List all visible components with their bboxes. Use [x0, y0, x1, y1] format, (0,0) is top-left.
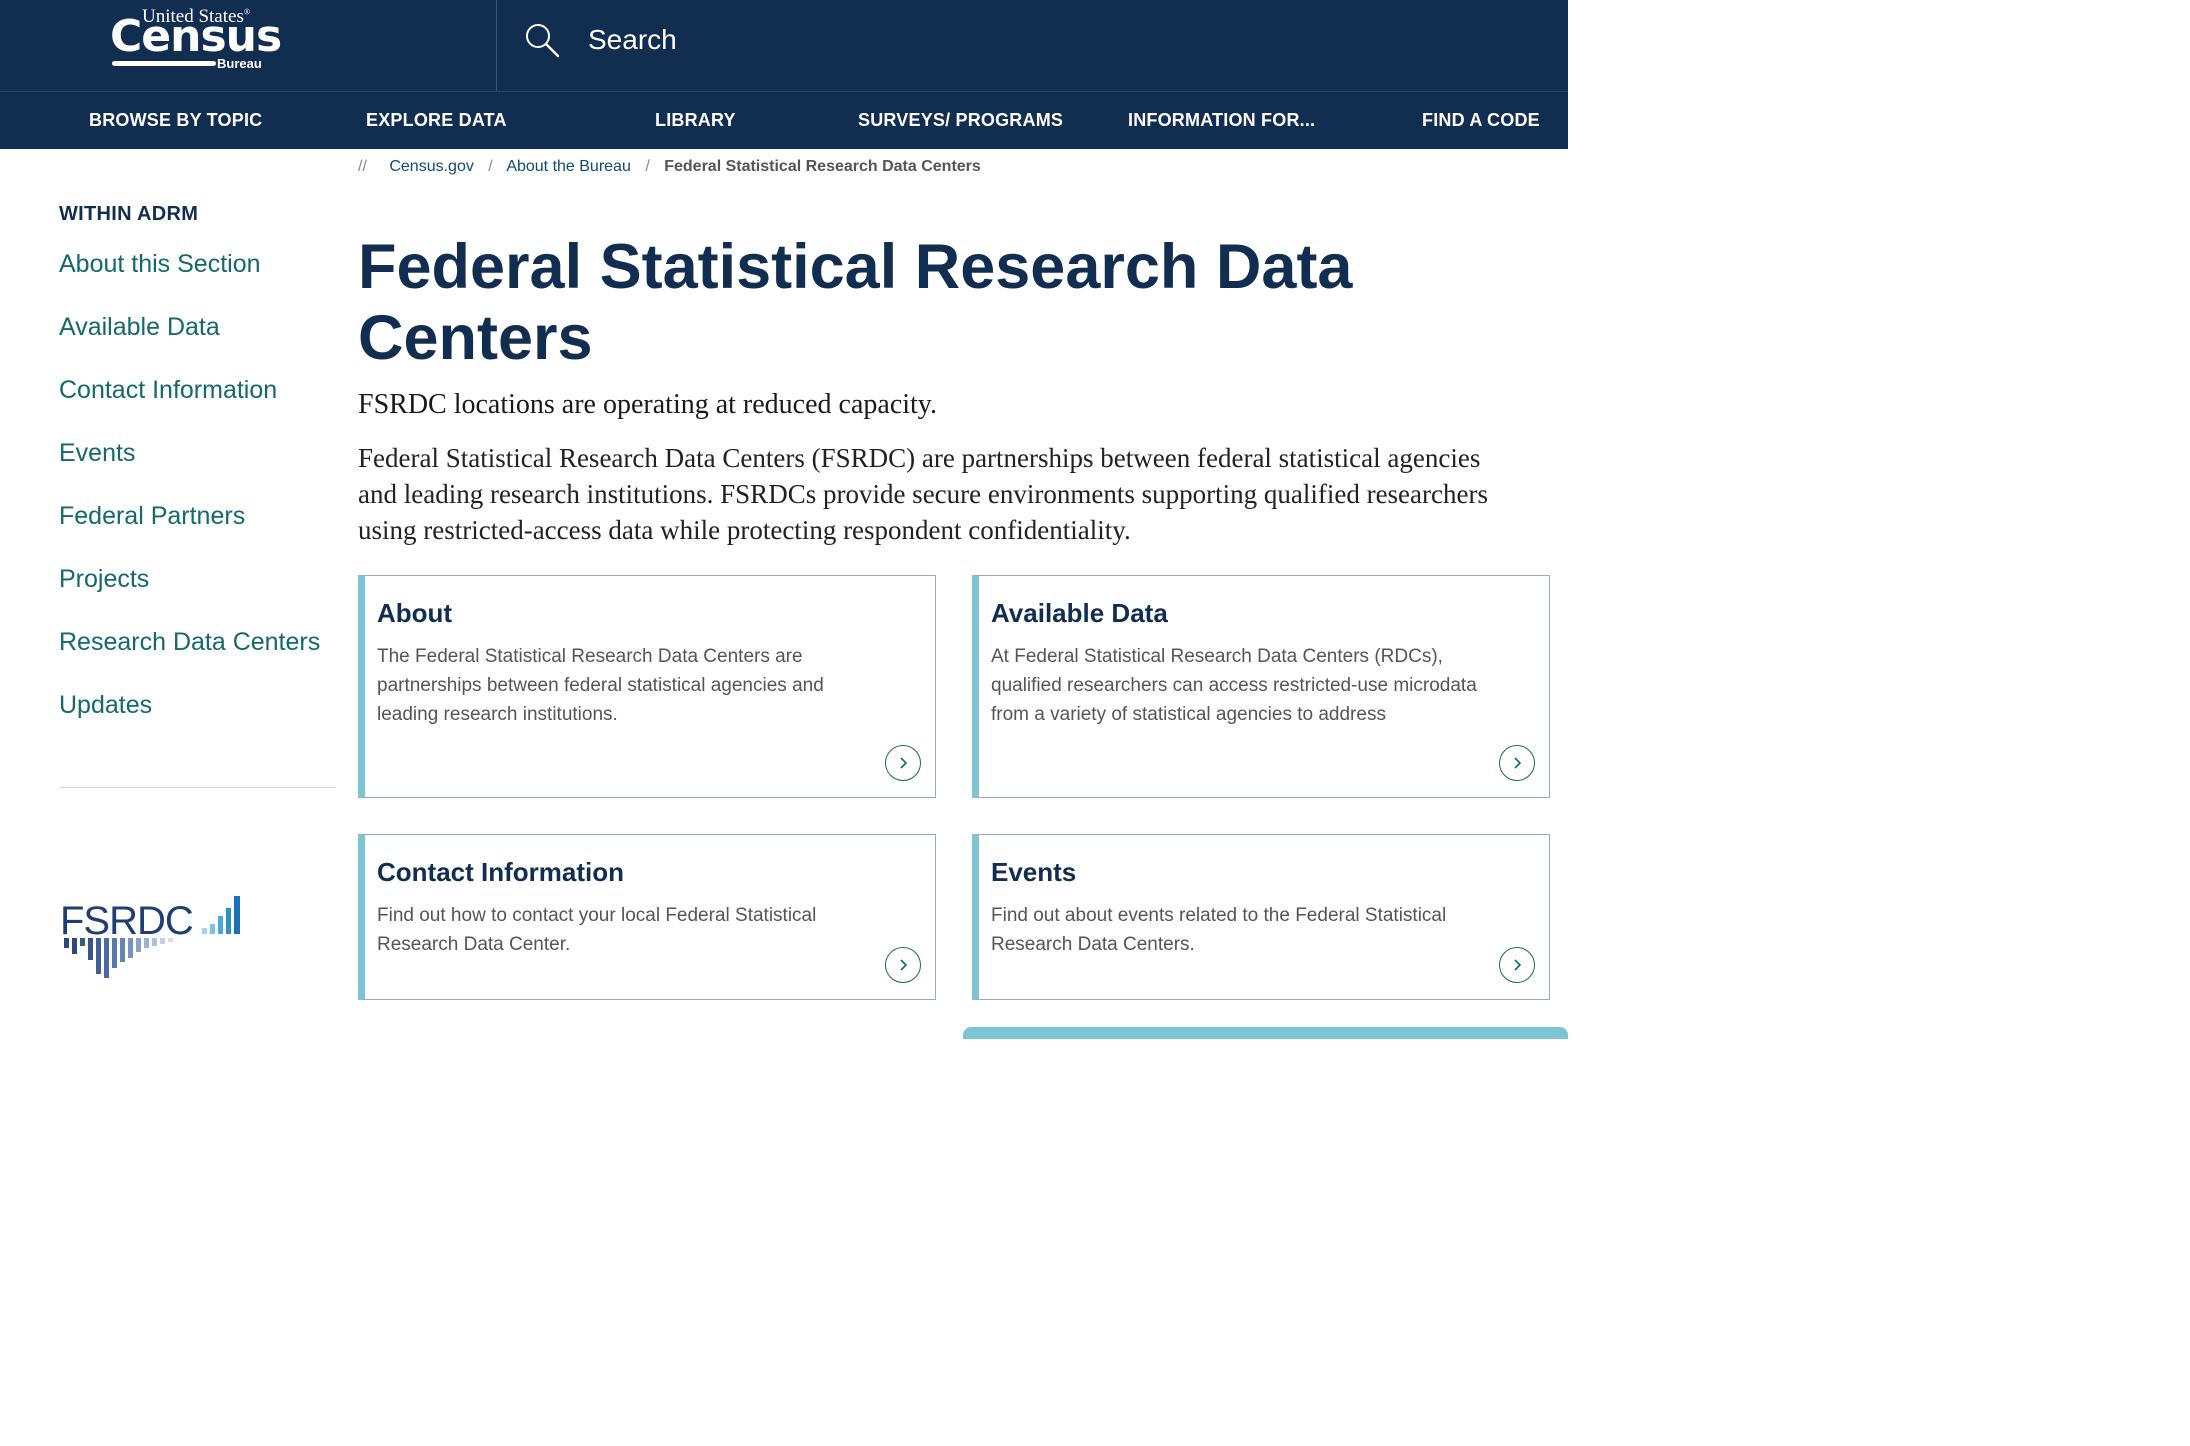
- search-icon[interactable]: [524, 22, 560, 58]
- search-box[interactable]: Search: [524, 20, 677, 60]
- sidebar-item-federal-partners[interactable]: Federal Partners: [59, 502, 245, 531]
- intro-paragraph: Federal Statistical Research Data Center…: [358, 443, 1488, 545]
- nav-information-for[interactable]: INFORMATION FOR...: [1128, 92, 1315, 149]
- chevron-right-icon[interactable]: [1499, 745, 1535, 781]
- nav-explore-data[interactable]: EXPLORE DATA: [366, 92, 507, 149]
- card-text: At Federal Statistical Research Data Cen…: [991, 646, 1477, 725]
- logo-underline: [112, 61, 216, 66]
- chevron-right-icon[interactable]: [885, 745, 921, 781]
- logo-census: Census: [110, 11, 282, 62]
- nav-browse-by-topic[interactable]: BROWSE BY TOPIC: [89, 92, 262, 149]
- breadcrumb-separator: /: [645, 158, 650, 175]
- nav-surveys-programs[interactable]: SURVEYS/ PROGRAMS: [858, 92, 1063, 149]
- card-text: Find out how to contact your local Feder…: [377, 905, 817, 955]
- search-input[interactable]: Search: [588, 24, 677, 56]
- breadcrumb-about-the-bureau[interactable]: About the Bureau: [506, 158, 631, 175]
- sidebar-item-research-data-centers[interactable]: Research Data Centers: [59, 628, 320, 657]
- nav-find-a-code[interactable]: FIND A CODE: [1422, 92, 1540, 149]
- site-header: United States® Census Bureau Search: [0, 0, 1568, 91]
- breadcrumb-separator: /: [488, 158, 493, 175]
- sidebar-item-about-this-section[interactable]: About this Section: [59, 250, 261, 279]
- chevron-right-icon[interactable]: [885, 947, 921, 983]
- chevron-right-icon[interactable]: [1499, 947, 1535, 983]
- fsrdc-logo-text: FSRDC: [60, 899, 193, 943]
- breadcrumb-prefix: //: [358, 158, 367, 175]
- nav-library[interactable]: LIBRARY: [655, 92, 736, 149]
- card-title: About: [377, 598, 453, 628]
- fsrdc-logo[interactable]: FSRDC: [60, 890, 260, 985]
- sidebar-item-projects[interactable]: Projects: [59, 565, 149, 594]
- census-logo[interactable]: United States® Census Bureau: [110, 6, 282, 78]
- card-title: Events: [991, 857, 1077, 887]
- breadcrumb-census-gov[interactable]: Census.gov: [389, 158, 474, 175]
- next-card-edge: [963, 1027, 1568, 1039]
- card-text: The Federal Statistical Research Data Ce…: [377, 646, 824, 725]
- main-nav: BROWSE BY TOPIC EXPLORE DATA LIBRARY SUR…: [0, 91, 1568, 149]
- sidebar-heading: WITHIN ADRM: [59, 203, 199, 225]
- page-title: Federal Statistical Research Data Center…: [358, 232, 1353, 373]
- card-available-data[interactable]: Available Data At Federal Statistical Re…: [972, 575, 1550, 798]
- capacity-notice: FSRDC locations are operating at reduced…: [358, 389, 937, 420]
- breadcrumb-current: Federal Statistical Research Data Center…: [664, 158, 981, 175]
- logo-bureau: Bureau: [217, 56, 262, 71]
- breadcrumb: // Census.gov / About the Bureau / Feder…: [358, 158, 981, 176]
- sidebar-item-events[interactable]: Events: [59, 439, 135, 468]
- card-contact-information[interactable]: Contact Information Find out how to cont…: [358, 834, 936, 1000]
- card-text: Find out about events related to the Fed…: [991, 905, 1447, 955]
- card-title: Available Data: [991, 598, 1168, 628]
- sidebar-item-contact-information[interactable]: Contact Information: [59, 376, 277, 405]
- header-divider: [496, 0, 497, 91]
- card-about[interactable]: About The Federal Statistical Research D…: [358, 575, 936, 798]
- card-title: Contact Information: [377, 857, 624, 887]
- sidebar-item-available-data[interactable]: Available Data: [59, 313, 220, 342]
- sidebar-item-updates[interactable]: Updates: [59, 691, 152, 720]
- card-events[interactable]: Events Find out about events related to …: [972, 834, 1550, 1000]
- sidebar-divider: [59, 787, 336, 788]
